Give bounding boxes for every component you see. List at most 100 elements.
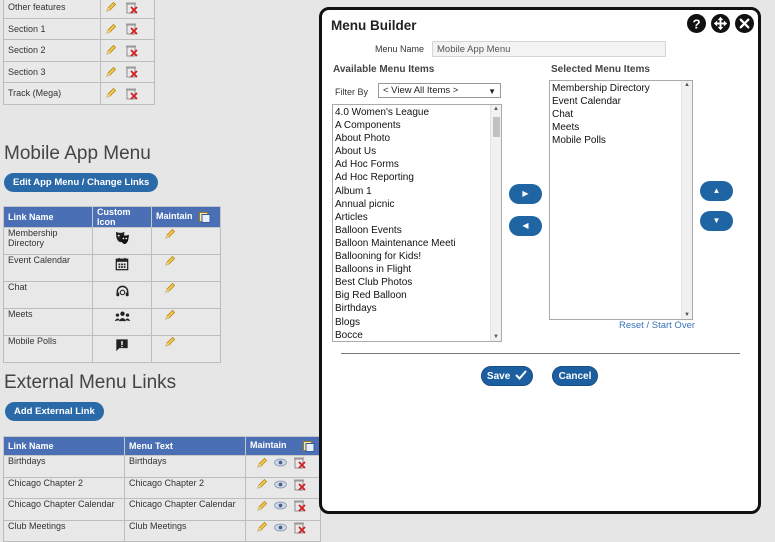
scroll-up-icon[interactable]: ▲ <box>684 82 690 88</box>
col-ext-link-name: Link Name <box>3 436 125 456</box>
edit-app-menu-button[interactable]: Edit App Menu / Change Links <box>4 173 159 192</box>
available-list-item[interactable]: Ballooning for Kids! <box>333 250 501 263</box>
available-list-item[interactable]: About Us <box>333 145 501 158</box>
move-down-button[interactable]: ▼ <box>700 211 733 231</box>
checkmark-icon <box>515 370 527 380</box>
delete-icon[interactable] <box>125 87 138 100</box>
custom-icon-cell <box>92 281 152 309</box>
delete-icon[interactable] <box>125 22 138 35</box>
available-list-item[interactable]: Balloon Maintenance Meeti <box>333 237 501 250</box>
available-list-item[interactable]: 4.0 Women's League <box>333 106 501 119</box>
available-list-item[interactable]: Ad Hoc Forms <box>333 158 501 171</box>
view-eye-icon[interactable] <box>274 501 287 510</box>
move-icon[interactable] <box>711 14 730 33</box>
selected-list-scrollbar[interactable]: ▲ ▼ <box>681 81 692 319</box>
section-row: Section 2 <box>3 39 155 62</box>
available-items-list[interactable]: 4.0 Women's League A Components About Phot… <box>332 104 502 342</box>
ext-menu-text: Chicago Chapter 2 <box>124 476 246 499</box>
help-icon[interactable]: ? <box>687 14 706 33</box>
available-list-item[interactable]: A Components <box>333 119 501 132</box>
edit-pencil-icon[interactable] <box>256 457 268 469</box>
reset-link[interactable]: Reset / Start Over <box>619 320 695 331</box>
chevron-down-icon: ▼ <box>488 87 496 96</box>
edit-pencil-icon[interactable] <box>164 228 176 240</box>
save-button[interactable]: Save <box>481 366 533 386</box>
section-row: Other features <box>3 0 155 19</box>
selected-list-item[interactable]: Event Calendar <box>550 95 692 108</box>
available-list-item[interactable]: Big Red Balloon <box>333 289 501 302</box>
delete-icon[interactable] <box>293 521 306 534</box>
available-list-item[interactable]: Blogs <box>333 316 501 329</box>
delete-icon[interactable] <box>293 478 306 491</box>
available-list-item[interactable]: Balloons in Flight <box>333 263 501 276</box>
export-icon[interactable] <box>199 211 211 223</box>
filter-label: Filter By <box>335 87 369 97</box>
available-list-item[interactable]: Album 1 <box>333 185 501 198</box>
table-row: Event Calendar <box>3 254 221 282</box>
cancel-button[interactable]: Cancel <box>552 366 598 386</box>
view-eye-icon[interactable] <box>274 480 287 489</box>
maintain-cell <box>151 335 221 363</box>
selected-list-item[interactable]: Mobile Polls <box>550 134 692 147</box>
selected-items-list[interactable]: Membership Directory Event Calendar Chat Me… <box>549 80 693 320</box>
edit-pencil-icon[interactable] <box>105 66 117 78</box>
edit-pencil-icon[interactable] <box>105 23 117 35</box>
available-list-item[interactable]: About Photo <box>333 132 501 145</box>
scroll-thumb[interactable] <box>493 117 500 137</box>
view-eye-icon[interactable] <box>274 523 287 532</box>
edit-pencil-icon[interactable] <box>164 282 176 294</box>
move-right-button[interactable]: ▶ <box>509 184 542 204</box>
edit-pencil-icon[interactable] <box>105 44 117 56</box>
edit-pencil-icon[interactable] <box>105 87 117 99</box>
mobile-menu-heading: Mobile App Menu <box>4 143 151 164</box>
custom-icon-cell <box>92 335 152 363</box>
edit-pencil-icon[interactable] <box>164 255 176 267</box>
section-row: Track (Mega) <box>3 82 155 105</box>
available-list-item[interactable]: Balloon Events <box>333 224 501 237</box>
available-list-scrollbar[interactable]: ▲ ▼ <box>490 105 501 341</box>
add-external-link-button[interactable]: Add External Link <box>5 402 104 421</box>
available-items-header: Available Menu Items <box>333 64 435 75</box>
edit-pencil-icon[interactable] <box>105 1 117 13</box>
move-up-button[interactable]: ▲ <box>700 181 733 201</box>
selected-list-item[interactable]: Meets <box>550 121 692 134</box>
delete-icon[interactable] <box>293 499 306 512</box>
section-actions <box>100 82 155 105</box>
ext-maintain-cell <box>245 519 321 542</box>
delete-icon[interactable] <box>125 65 138 78</box>
move-left-button[interactable]: ◀ <box>509 216 542 236</box>
delete-icon[interactable] <box>125 44 138 57</box>
selected-list-item[interactable]: Membership Directory <box>550 82 692 95</box>
calendar-icon <box>115 257 129 273</box>
arrow-right-icon: ▶ <box>522 189 529 198</box>
maintain-cell <box>151 254 221 282</box>
scroll-down-icon[interactable]: ▼ <box>684 312 690 318</box>
scroll-down-icon[interactable]: ▼ <box>493 334 499 340</box>
edit-pencil-icon[interactable] <box>256 478 268 490</box>
scroll-up-icon[interactable]: ▲ <box>493 106 499 112</box>
export-icon[interactable] <box>303 440 315 452</box>
edit-pencil-icon[interactable] <box>164 336 176 348</box>
available-list-item[interactable]: Ad Hoc Reporting <box>333 171 501 184</box>
view-eye-icon[interactable] <box>274 458 287 467</box>
edit-pencil-icon[interactable] <box>164 309 176 321</box>
available-list-item[interactable]: Articles <box>333 211 501 224</box>
section-actions <box>100 60 155 83</box>
menu-builder-dialog: Menu Builder ? Menu Name Available Menu … <box>319 7 761 514</box>
table-row: Chicago Chapter Calendar Chicago Chapter … <box>3 498 321 521</box>
close-icon[interactable] <box>735 14 754 33</box>
delete-icon[interactable] <box>125 1 138 14</box>
link-name: Meets <box>3 308 93 336</box>
available-list-item[interactable]: Birthdays <box>333 302 501 315</box>
delete-icon[interactable] <box>293 456 306 469</box>
ext-menu-text: Chicago Chapter Calendar <box>124 498 246 521</box>
available-list-item[interactable]: Bocce <box>333 329 501 341</box>
filter-select[interactable]: < View All Items > ▼ <box>378 83 501 98</box>
menu-name-input[interactable] <box>432 41 666 57</box>
edit-pencil-icon[interactable] <box>256 521 268 533</box>
available-list-item[interactable]: Annual picnic <box>333 198 501 211</box>
selected-list-item[interactable]: Chat <box>550 108 692 121</box>
available-list-item[interactable]: Best Club Photos <box>333 276 501 289</box>
edit-pencil-icon[interactable] <box>256 500 268 512</box>
arrow-up-icon: ▲ <box>712 186 721 195</box>
